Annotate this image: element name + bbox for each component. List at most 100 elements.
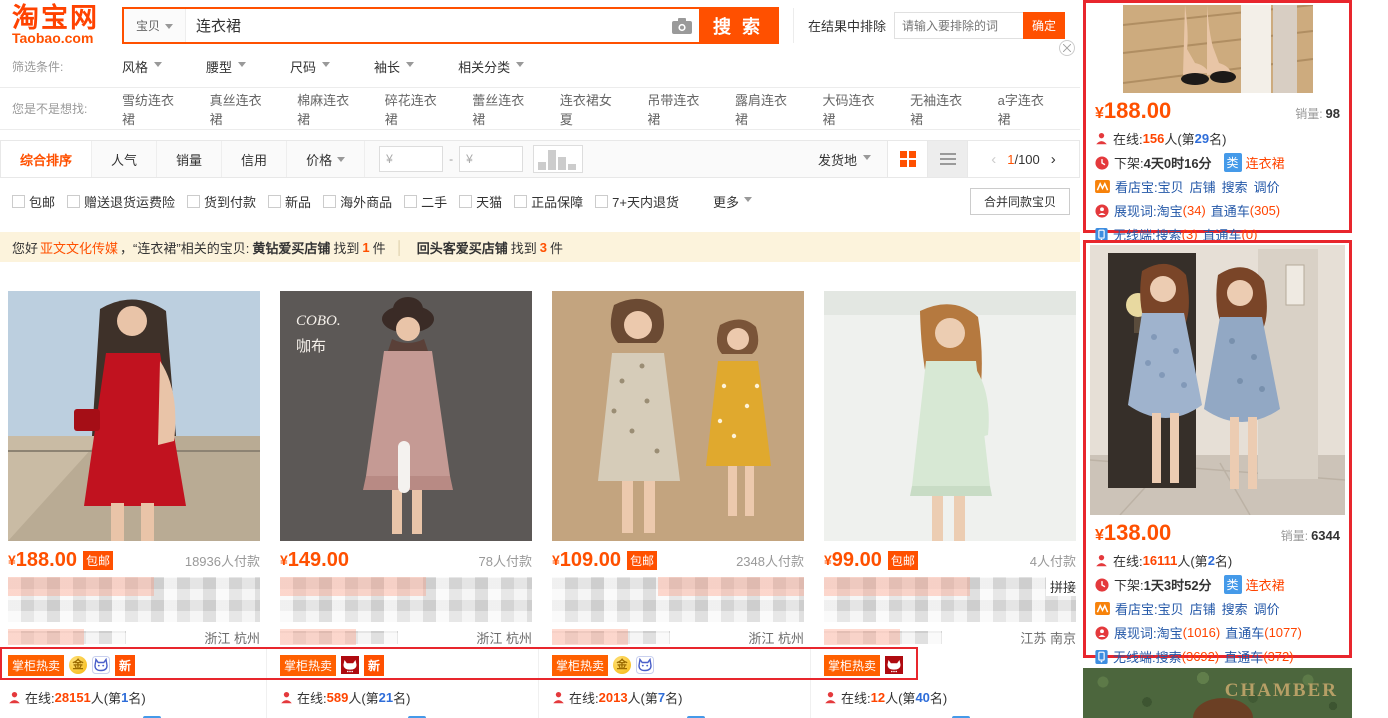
- suggestion-link[interactable]: 雪纺连衣裙: [122, 90, 181, 128]
- sort-tab-credit[interactable]: 信用: [222, 141, 287, 177]
- suggestion-link[interactable]: 吊带连衣裙: [647, 90, 706, 128]
- option-tmall[interactable]: 天猫: [459, 192, 502, 211]
- grid-view-icon: [900, 151, 916, 167]
- suggestion-link[interactable]: 大码连衣裙: [823, 90, 882, 128]
- notice-shop-link[interactable]: 亚文文化传媒: [40, 238, 118, 257]
- category-link[interactable]: 连衣裙: [1246, 153, 1285, 172]
- search-input[interactable]: [186, 9, 665, 42]
- sort-tab-price[interactable]: 价格: [287, 141, 365, 177]
- more-options-dropdown[interactable]: 更多: [713, 192, 752, 211]
- suggestion-link[interactable]: 真丝连衣裙: [210, 90, 269, 128]
- checkbox[interactable]: [268, 195, 281, 208]
- sidebar-panel: ¥ 188.00 销量: 98 在线:156人(第29名) 下架:4天0时16分…: [1083, 0, 1352, 233]
- price-max-input[interactable]: [476, 151, 516, 168]
- new-badge: 新: [115, 655, 135, 676]
- tmall-cat-icon: [885, 656, 903, 674]
- option-free-shipping[interactable]: 包邮: [12, 192, 55, 211]
- suggestion-link[interactable]: 露肩连衣裙: [735, 90, 794, 128]
- kdb-link-price[interactable]: 调价: [1254, 177, 1280, 196]
- ship-from-dropdown[interactable]: 发货地: [818, 150, 871, 169]
- product-photo[interactable]: [552, 291, 804, 541]
- suggestion-link[interactable]: 蕾丝连衣裙: [472, 90, 531, 128]
- sidebar-next-photo[interactable]: CHAMBER: [1083, 668, 1352, 718]
- prev-page-icon[interactable]: ‹: [991, 151, 996, 168]
- sort-tab-default[interactable]: 综合排序: [1, 141, 92, 177]
- suggestion-link[interactable]: 碎花连衣裙: [385, 90, 444, 128]
- product-title-censored[interactable]: [280, 577, 532, 622]
- kdb-link-item[interactable]: 宝贝: [1158, 177, 1184, 196]
- product-photo[interactable]: [824, 291, 1076, 541]
- chevron-down-icon: [863, 155, 871, 164]
- product-title-censored[interactable]: [8, 577, 260, 622]
- chevron-down-icon: [322, 62, 330, 71]
- offshelf-stat: 下架:1天3时52分 类 连衣裙: [1086, 572, 1349, 596]
- suggestion-link[interactable]: a字连衣裙: [998, 90, 1051, 128]
- product-price: 99.00: [832, 550, 882, 570]
- option-cod[interactable]: 货到付款: [187, 192, 256, 211]
- kdb-link-search[interactable]: 搜索: [1222, 177, 1248, 196]
- checkbox[interactable]: [187, 195, 200, 208]
- product-location: 江苏 南京: [1020, 628, 1076, 647]
- panel-product-photo[interactable]: [1090, 245, 1345, 515]
- list-view-toggle[interactable]: [927, 141, 967, 177]
- online-stat: 在线:16111人(第2名): [1086, 548, 1349, 572]
- panel-product-photo[interactable]: [1123, 5, 1313, 93]
- suggestion-link[interactable]: 棉麻连衣裙: [297, 90, 356, 128]
- search-category-select[interactable]: 宝贝: [124, 9, 186, 42]
- product-photo[interactable]: COBO. 咖布: [280, 291, 532, 541]
- filter-related-category[interactable]: 相关分类: [458, 57, 524, 76]
- checkbox[interactable]: [67, 195, 80, 208]
- filter-sleeve[interactable]: 袖长: [374, 57, 414, 76]
- next-page-icon[interactable]: ›: [1051, 151, 1056, 168]
- price-range-dash: -: [449, 152, 453, 166]
- column-divider: [266, 648, 267, 718]
- price-histogram[interactable]: [533, 145, 583, 173]
- chevron-down-icon: [238, 62, 246, 71]
- grid-view-toggle[interactable]: [887, 141, 927, 177]
- option-7day-return[interactable]: 7+天内退货: [595, 192, 679, 211]
- suggestion-link[interactable]: 连衣裙女夏: [560, 90, 619, 128]
- filter-waist[interactable]: 腰型: [206, 57, 246, 76]
- option-return-insurance[interactable]: 赠送退货运费险: [67, 192, 175, 211]
- kdb-link-shop[interactable]: 店铺: [1190, 599, 1216, 618]
- checkbox[interactable]: [595, 195, 608, 208]
- checkbox[interactable]: [514, 195, 527, 208]
- option-overseas[interactable]: 海外商品: [323, 192, 392, 211]
- kdb-link-search[interactable]: 搜索: [1222, 599, 1248, 618]
- option-secondhand[interactable]: 二手: [404, 192, 447, 211]
- merge-same-items-button[interactable]: 合并同款宝贝: [970, 188, 1070, 215]
- exclude-confirm-button[interactable]: 确定: [1023, 12, 1065, 39]
- suggestion-link[interactable]: 无袖连衣裙: [910, 90, 969, 128]
- tmall-cat-icon: [341, 656, 359, 674]
- logo-subtitle: Taobao.com: [12, 31, 118, 46]
- product-card: ¥ 188.00 包邮 18936人付款 浙江 杭州 掌柜热卖 金 新 在线:2…: [8, 280, 260, 718]
- filter-size[interactable]: 尺码: [290, 57, 330, 76]
- product-title-censored[interactable]: 拼接: [824, 577, 1076, 622]
- image-search-camera-icon[interactable]: [665, 9, 699, 42]
- product-price: 149.00: [288, 550, 349, 570]
- checkbox[interactable]: [12, 195, 25, 208]
- exclude-label: 在结果中排除: [808, 16, 886, 35]
- taobao-logo[interactable]: 淘宝网 Taobao.com: [12, 5, 118, 46]
- checkbox[interactable]: [459, 195, 472, 208]
- product-photo[interactable]: [8, 291, 260, 541]
- sort-tab-sales[interactable]: 销量: [157, 141, 222, 177]
- sort-tab-popularity[interactable]: 人气: [92, 141, 157, 177]
- kdb-link-price[interactable]: 调价: [1254, 599, 1280, 618]
- category-link[interactable]: 连衣裙: [1246, 575, 1285, 594]
- search-button[interactable]: 搜 索: [699, 9, 777, 42]
- kdb-link-item[interactable]: 宝贝: [1158, 599, 1184, 618]
- notice-seg1: 黄钻爱买店铺: [252, 238, 330, 257]
- option-new[interactable]: 新品: [268, 192, 311, 211]
- exclude-input[interactable]: [894, 12, 1024, 39]
- notice-divider: │: [396, 240, 404, 255]
- kdb-link-shop[interactable]: 店铺: [1190, 177, 1216, 196]
- filter-style[interactable]: 风格: [122, 57, 162, 76]
- checkbox[interactable]: [404, 195, 417, 208]
- sort-bar: 综合排序 人气 销量 信用 价格 ¥ - ¥ 发货地 ‹ 1/100 ›: [0, 140, 1080, 178]
- list-view-icon: [940, 153, 956, 165]
- price-min-input[interactable]: [396, 151, 436, 168]
- product-title-censored[interactable]: [552, 577, 804, 622]
- option-authentic[interactable]: 正品保障: [514, 192, 583, 211]
- checkbox[interactable]: [323, 195, 336, 208]
